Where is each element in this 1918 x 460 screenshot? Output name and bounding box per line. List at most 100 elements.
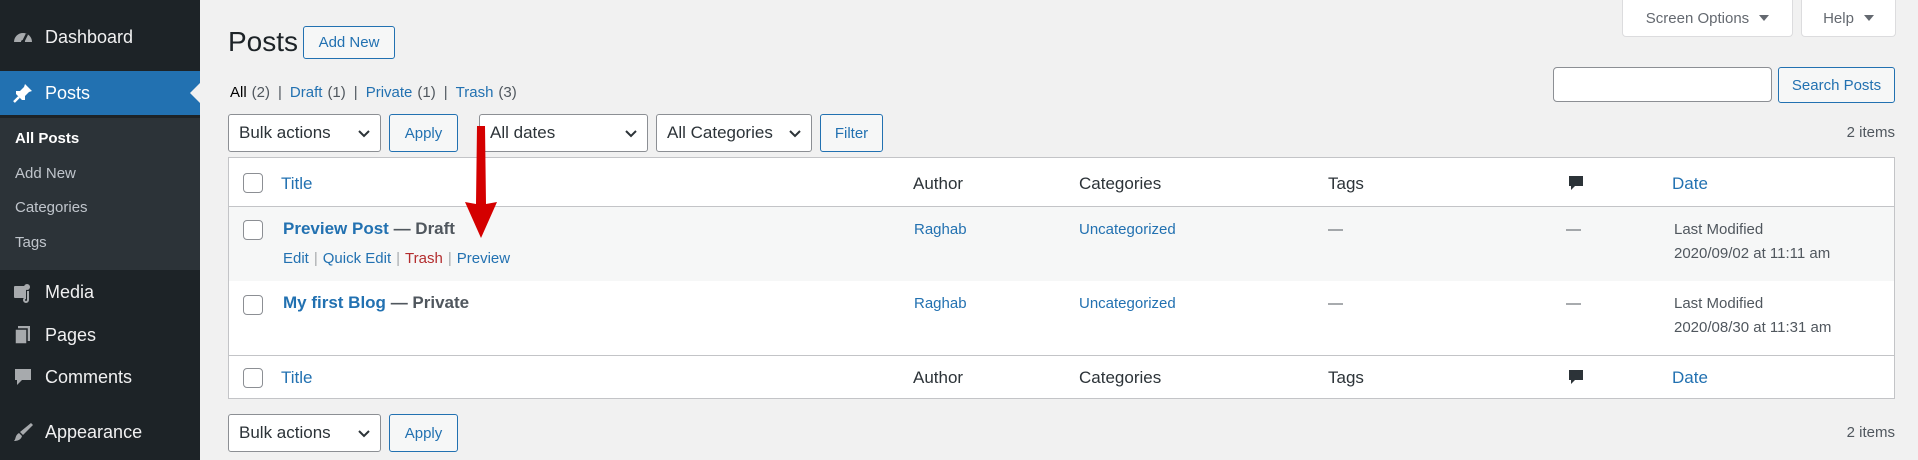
select-all-checkbox-footer[interactable] [243,368,263,388]
trash-link[interactable]: Trash [405,250,443,267]
filter-private[interactable]: Private [366,84,413,101]
author-link[interactable]: Raghab [914,295,967,312]
category-link[interactable]: Uncategorized [1079,221,1176,238]
column-tags-header: Tags [1328,174,1364,193]
help-button[interactable]: Help [1801,0,1896,37]
red-arrow-annotation [465,126,497,238]
bulk-actions-select[interactable]: Bulk actions [228,114,381,152]
column-title-header[interactable]: Title [281,174,313,194]
status-filter-bar: All (2) | Draft (1) | Private (1) | Tras… [230,84,517,101]
date-label: Last Modified [1674,295,1764,312]
brush-icon [11,420,35,444]
quick-edit-link[interactable]: Quick Edit [323,250,391,267]
column-title-footer[interactable]: Title [281,368,313,388]
filter-trash[interactable]: Trash [456,84,494,101]
chevron-down-icon [358,430,370,438]
date-value: 2020/08/30 at 11:31 am [1674,319,1832,336]
menu-pages[interactable]: Pages [0,313,200,357]
column-categories-footer: Categories [1079,368,1162,387]
menu-comments-label: Comments [45,366,133,387]
filter-draft-count: (1) [327,84,346,101]
dates-select[interactable]: All dates [479,114,648,152]
date-label: Last Modified [1674,221,1764,238]
apply-button[interactable]: Apply [389,114,458,152]
table-row: My first Blog — Private Raghab Uncategor… [229,281,1894,355]
search-input[interactable] [1553,67,1772,102]
edit-link[interactable]: Edit [283,250,309,267]
menu-media[interactable]: Media [0,270,200,314]
comments-icon [11,365,35,389]
post-title-link[interactable]: Preview Post [283,219,389,238]
apply-button-bottom[interactable]: Apply [389,414,458,452]
post-state: — Private [390,293,470,312]
action-separator: | [447,250,452,267]
filter-draft[interactable]: Draft [290,84,323,101]
comment-bubble-icon[interactable] [1566,173,1586,193]
dates-value: All dates [490,123,556,142]
pin-icon [11,81,35,105]
post-state: — Draft [393,219,455,238]
admin-sidebar: Dashboard Posts All Posts Add New Catego… [0,0,200,460]
filter-all[interactable]: All [230,84,247,101]
comments-value: — [1566,221,1581,238]
submenu-all-posts[interactable]: All Posts [15,130,79,147]
column-tags-footer: Tags [1328,368,1364,387]
chevron-down-icon [358,130,370,138]
submenu-categories[interactable]: Categories [15,199,88,216]
date-value: 2020/09/02 at 11:11 am [1674,245,1831,262]
items-count: 2 items [1846,124,1895,141]
row-checkbox[interactable] [243,295,263,315]
submenu-add-new[interactable]: Add New [15,165,76,182]
bulk-actions-value: Bulk actions [239,423,331,442]
row-actions: Edit | Quick Edit | Trash | Preview [283,250,510,267]
screen-options-button[interactable]: Screen Options [1622,0,1793,37]
menu-appearance[interactable]: Appearance [0,410,200,454]
preview-link[interactable]: Preview [457,250,510,267]
filter-button[interactable]: Filter [820,114,883,152]
category-link[interactable]: Uncategorized [1079,295,1176,312]
bulk-actions-select-bottom[interactable]: Bulk actions [228,414,381,452]
divider [229,355,1894,356]
help-label: Help [1823,9,1854,27]
menu-posts-label: Posts [45,82,91,103]
filter-private-count: (1) [417,84,436,101]
post-title-cell: Preview Post — Draft [283,219,455,239]
column-date-footer[interactable]: Date [1672,368,1708,388]
search-posts-button[interactable]: Search Posts [1778,67,1895,103]
column-author-header: Author [913,174,964,193]
submenu-tags[interactable]: Tags [15,234,47,251]
menu-posts[interactable]: Posts [0,71,200,115]
categories-value: All Categories [667,123,773,142]
dashboard-icon [11,25,35,49]
action-separator: | [313,250,318,267]
chevron-down-icon [625,130,637,138]
bulk-actions-value: Bulk actions [239,123,331,142]
action-separator: | [396,250,401,267]
items-count-bottom: 2 items [1846,424,1895,441]
screen-options-label: Screen Options [1645,9,1750,27]
pages-icon [11,323,35,347]
menu-dashboard-label: Dashboard [45,26,134,47]
filter-separator: | [443,84,448,101]
menu-appearance-label: Appearance [45,421,143,442]
post-title-link[interactable]: My first Blog [283,293,386,312]
tags-value: — [1328,221,1343,238]
comment-bubble-icon[interactable] [1566,367,1586,387]
menu-dashboard[interactable]: Dashboard [0,15,200,59]
filter-trash-count: (3) [498,84,517,101]
column-author-footer: Author [913,368,964,387]
posts-submenu: All Posts Add New Categories Tags [0,118,200,270]
triangle-down-icon [1759,15,1770,21]
menu-pages-label: Pages [45,324,97,345]
post-title-cell: My first Blog — Private [283,293,469,313]
select-all-checkbox[interactable] [243,173,263,193]
categories-select[interactable]: All Categories [656,114,812,152]
column-date-header[interactable]: Date [1672,174,1708,194]
column-categories-header: Categories [1079,174,1162,193]
row-checkbox[interactable] [243,220,263,240]
page-title: Posts [228,26,299,57]
filter-separator: | [278,84,282,101]
author-link[interactable]: Raghab [914,221,967,238]
menu-comments[interactable]: Comments [0,355,200,399]
add-new-button[interactable]: Add New [303,26,395,59]
